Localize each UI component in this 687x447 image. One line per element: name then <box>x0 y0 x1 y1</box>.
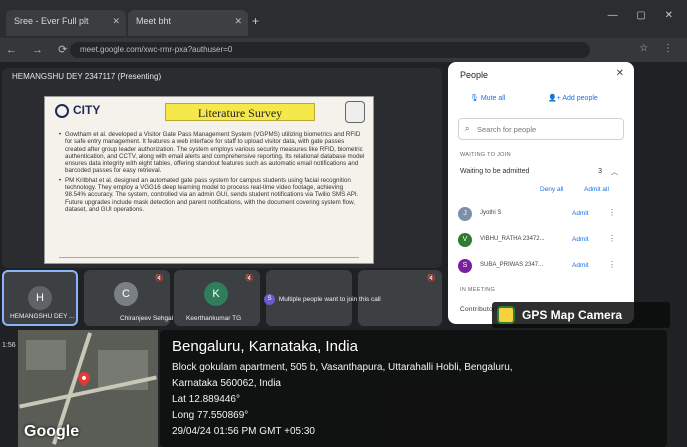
admit-button[interactable]: Admit <box>572 262 589 269</box>
people-search-input[interactable]: ⌕ Search for people <box>458 118 624 140</box>
shared-slide: CITY Literature Survey Gowtham et al. de… <box>44 96 374 264</box>
waiting-person: V VIBHU_RATHA 23472... Admit ⋮ <box>458 230 624 252</box>
people-panel-title: People <box>460 70 489 80</box>
waiting-person: S SUBA_PRIWAS 2347... Admit ⋮ <box>458 256 624 278</box>
person-name: Jyothi S <box>480 210 502 216</box>
deny-all-button[interactable]: Deny all <box>540 186 563 193</box>
more-options-icon[interactable]: ⋮ <box>608 208 616 217</box>
map-block <box>26 340 66 370</box>
waiting-label: Waiting to be admitted <box>460 168 530 175</box>
slide-bullets: Gowtham et al. developed a Visitor Gate … <box>59 131 365 215</box>
avatar: H <box>28 286 52 310</box>
mute-all-button[interactable]: 🎙 Mute all <box>470 94 505 102</box>
avatar: C <box>114 282 138 306</box>
more-options-icon[interactable]: ⋮ <box>608 260 616 269</box>
location-map: Google <box>18 330 158 447</box>
join-request-text: Multiple people want to join this call <box>278 296 381 304</box>
close-icon[interactable]: ✕ <box>616 68 624 79</box>
navigation-icons[interactable]: ← → ⟳ <box>6 43 73 56</box>
map-brand: Google <box>24 423 80 440</box>
gps-city: Bengaluru, Karnataka, India <box>172 338 358 355</box>
browser-tab-bar: Sree - Ever Full plt ✕ Meet bht ✕ + — ▢ … <box>0 0 687 38</box>
gps-address-line: Block gokulam apartment, 505 b, Vasantha… <box>172 362 513 373</box>
chevron-up-icon[interactable]: ︿ <box>611 167 618 177</box>
waiting-person: J Jyothi S Admit ⋮ <box>458 204 624 226</box>
participant-tile[interactable]: C 🔇 Chiranjeev Sehgal <box>84 270 174 326</box>
window-controls-icon[interactable]: — ▢ ✕ <box>608 10 681 21</box>
person-name: SUBA_PRIWAS 2347... <box>480 262 544 268</box>
meeting-time: 1:56 <box>2 342 16 349</box>
waiting-row[interactable]: Waiting to be admitted 3 ︿ <box>458 164 624 180</box>
participant-name: HEMANGSHU DEY ... <box>10 313 75 320</box>
search-placeholder: Search for people <box>477 125 537 134</box>
slide-bullet: PM Kritbhat et al. designed an automated… <box>59 177 365 213</box>
add-people-label: Add people <box>562 95 598 102</box>
gps-app-banner: GPS Map Camera <box>492 302 670 328</box>
mute-all-label: Mute all <box>480 95 506 102</box>
person-name: VIBHU_RATHA 23472... <box>480 236 545 242</box>
screen: Sree - Ever Full plt ✕ Meet bht ✕ + — ▢ … <box>0 0 687 447</box>
add-people-button[interactable]: 👤+ Add people <box>548 94 598 102</box>
in-meeting-header: IN MEETING <box>460 287 496 293</box>
avatar: J <box>458 207 472 221</box>
join-request-banner[interactable]: S Multiple people want to join this call <box>264 294 381 305</box>
url-text: meet.google.com/xwc-rmr-pxa?authuser=0 <box>80 45 233 54</box>
gps-app-name: GPS Map Camera <box>522 308 623 322</box>
more-options-icon[interactable]: ⋮ <box>608 234 616 243</box>
participant-tile[interactable]: H HEMANGSHU DEY ... <box>2 270 78 326</box>
url-field[interactable]: meet.google.com/xwc-rmr-pxa?authuser=0 <box>70 42 590 58</box>
gps-camera-icon <box>497 306 515 324</box>
participant-name: Chiranjeev Sehgal <box>120 315 174 322</box>
mic-off-icon: 🔇 <box>427 275 436 282</box>
admit-all-button[interactable]: Admit all <box>584 186 609 193</box>
presenter-label: HEMANGSHU DEY 2347117 (Presenting) <box>12 72 162 81</box>
toolbar-icons[interactable]: ☆ ⋮ <box>639 43 679 54</box>
tab-label: Sree - Ever Full plt <box>14 16 89 26</box>
crest-icon <box>345 101 365 123</box>
avatar: S <box>264 294 275 305</box>
address-bar: ← → ⟳ meet.google.com/xwc-rmr-pxa?authus… <box>0 38 687 62</box>
slide-footer <box>59 257 359 261</box>
participant-name: Keerthankumar TG <box>186 315 242 322</box>
avatar: S <box>458 259 472 273</box>
admit-button[interactable]: Admit <box>572 210 589 217</box>
tab-label: Meet bht <box>136 16 172 26</box>
search-icon: ⌕ <box>465 124 470 133</box>
gps-info-overlay: Bengaluru, Karnataka, India Block gokula… <box>160 330 667 447</box>
college-logo: CITY <box>55 103 100 118</box>
people-panel: People ✕ 🎙 Mute all 👤+ Add people ⌕ Sear… <box>448 62 634 324</box>
close-icon[interactable]: ✕ <box>234 16 242 27</box>
browser-tab-active[interactable]: Meet bht ✕ <box>128 10 248 36</box>
participant-tile[interactable]: K 🔇 Keerthankumar TG <box>174 270 260 326</box>
gps-longitude: Long 77.550869° <box>172 410 249 421</box>
close-icon[interactable]: ✕ <box>112 16 120 27</box>
gps-datetime: 29/04/24 01:56 PM GMT +05:30 <box>172 426 315 437</box>
new-tab-icon[interactable]: + <box>252 14 259 28</box>
mic-off-icon: 🔇 <box>245 275 254 282</box>
slide-title: Literature Survey <box>165 103 315 121</box>
logo-text: CITY <box>73 103 101 117</box>
gps-latitude: Lat 12.889446° <box>172 394 240 405</box>
avatar: V <box>458 233 472 247</box>
browser-tab[interactable]: Sree - Ever Full plt ✕ <box>6 10 126 36</box>
avatar: K <box>204 282 228 306</box>
slide-bullet: Gowtham et al. developed a Visitor Gate … <box>59 131 365 175</box>
admit-button[interactable]: Admit <box>572 236 589 243</box>
gps-address-line: Karnataka 560062, India <box>172 378 281 389</box>
mic-off-icon: 🔇 <box>155 275 164 282</box>
waiting-section-header: WAITING TO JOIN <box>460 152 511 158</box>
waiting-count: 3 <box>598 168 602 175</box>
